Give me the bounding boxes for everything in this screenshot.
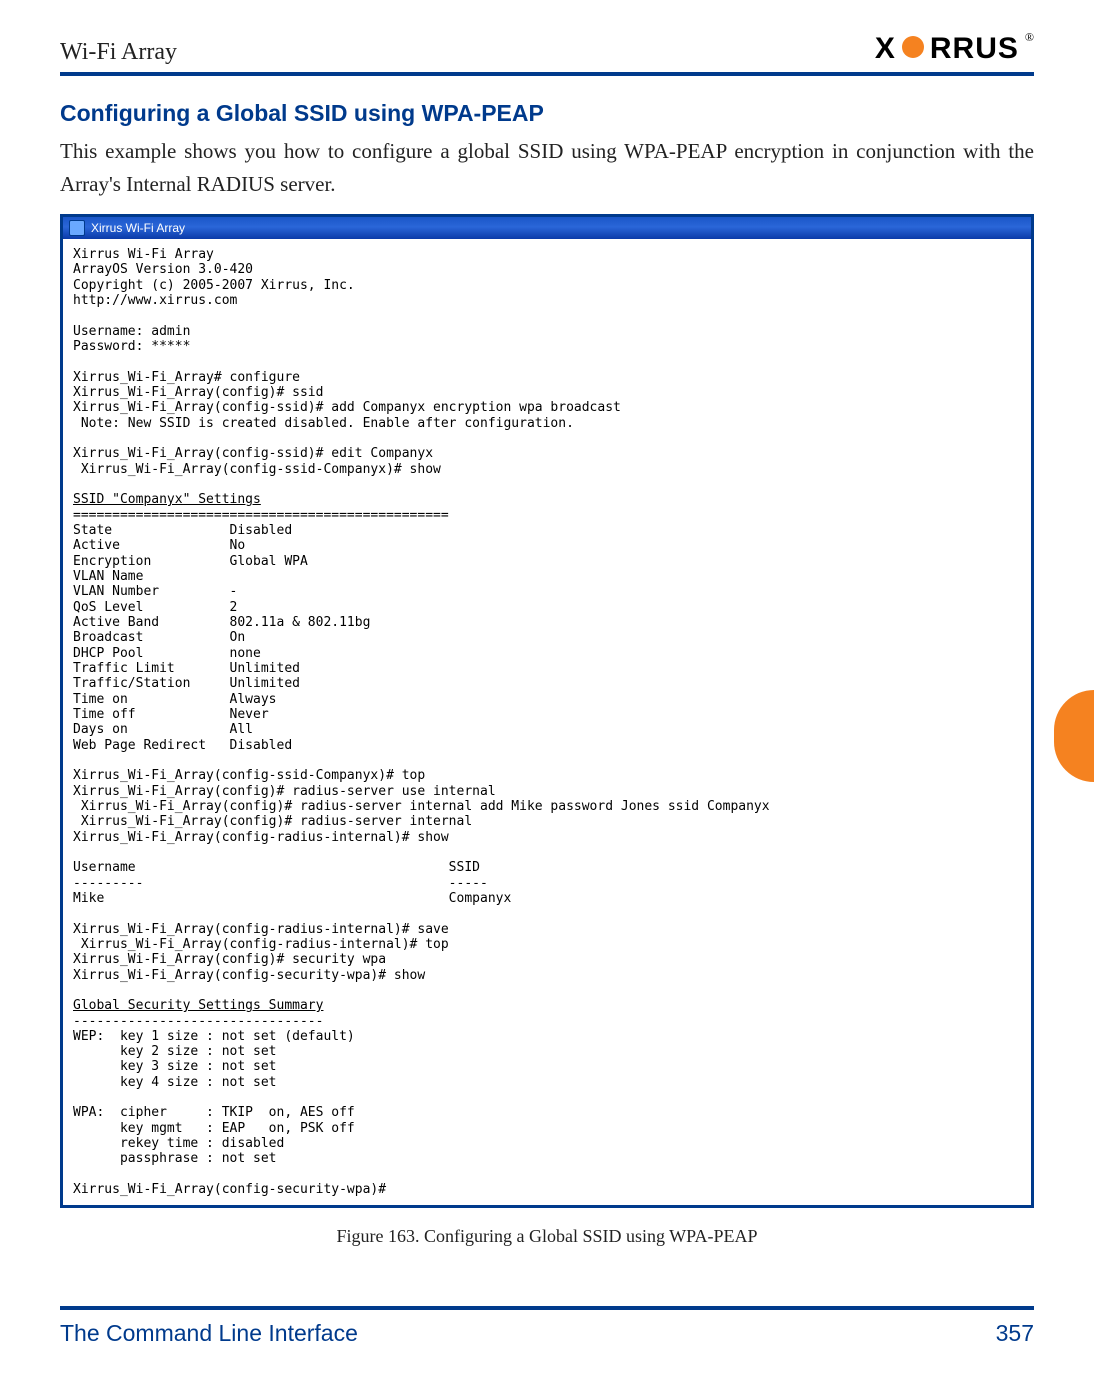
chapter-thumb-tab xyxy=(1054,690,1094,782)
section-body: This example shows you how to configure … xyxy=(60,135,1034,200)
logo-dot-icon xyxy=(902,36,924,58)
terminal-title: Xirrus Wi-Fi Array xyxy=(91,221,185,235)
terminal-window: Xirrus Wi-Fi Array Xirrus Wi-Fi Array Ar… xyxy=(60,214,1034,1208)
brand-logo: X RRUS ® xyxy=(875,32,1034,66)
header-rule xyxy=(60,72,1034,76)
window-icon xyxy=(69,220,85,236)
section-heading: Configuring a Global SSID using WPA-PEAP xyxy=(60,100,1034,127)
registered-mark: ® xyxy=(1025,30,1034,45)
logo-text-right: RRUS xyxy=(930,32,1019,66)
terminal-titlebar: Xirrus Wi-Fi Array xyxy=(63,217,1031,239)
footer-rule xyxy=(60,1306,1034,1310)
terminal-output: Xirrus Wi-Fi Array ArrayOS Version 3.0-4… xyxy=(63,239,1031,1205)
footer-section-title: The Command Line Interface xyxy=(60,1320,358,1347)
logo-text-left: X xyxy=(875,32,896,66)
figure-caption: Figure 163. Configuring a Global SSID us… xyxy=(60,1226,1034,1247)
running-head: Wi-Fi Array xyxy=(60,39,177,66)
page-number: 357 xyxy=(996,1320,1034,1347)
